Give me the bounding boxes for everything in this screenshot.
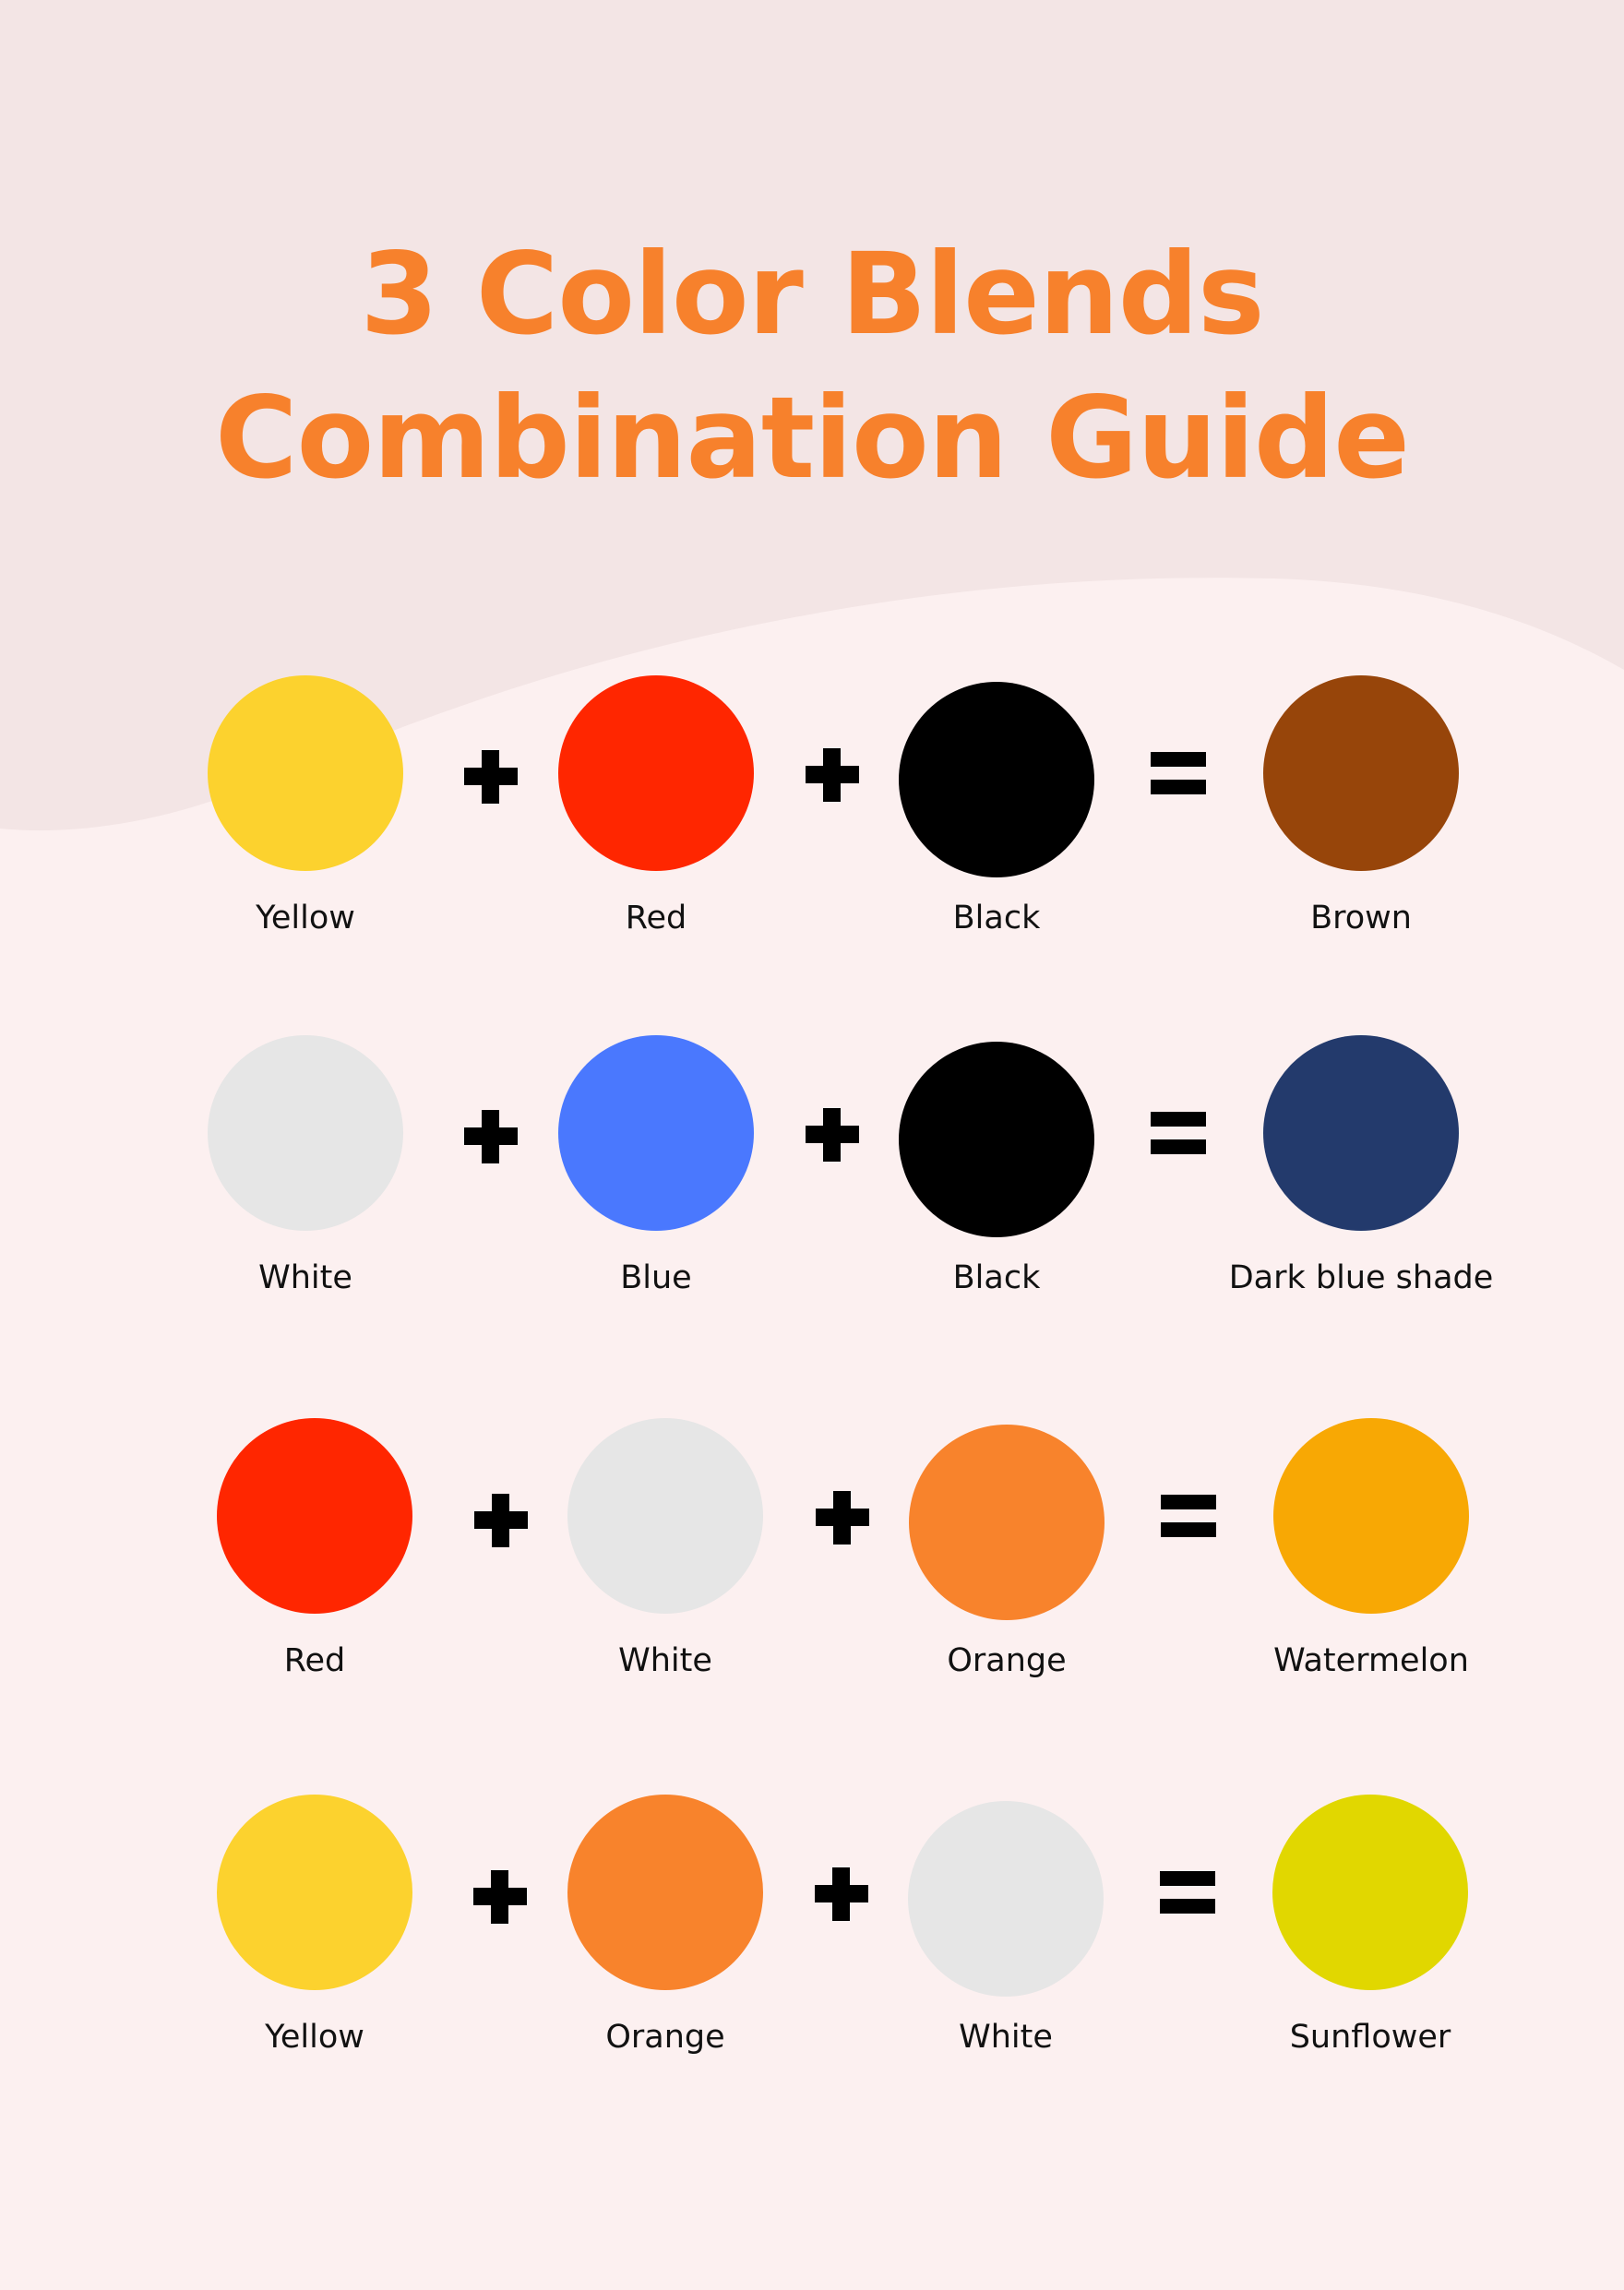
input-color-label: Black <box>952 1259 1041 1296</box>
result-color-swatch <box>1272 1795 1468 1990</box>
input-color-swatch <box>558 1035 754 1231</box>
result-color-swatch <box>1263 1035 1459 1231</box>
input-color-label: Red <box>283 1642 346 1679</box>
input-color-label: White <box>618 1642 712 1679</box>
input-color-swatch <box>909 1425 1105 1620</box>
input-color-label: Orange <box>947 1642 1067 1679</box>
plus-icon <box>806 748 859 802</box>
input-color-swatch <box>567 1418 763 1614</box>
plus-icon <box>474 1494 528 1547</box>
equals-icon <box>1161 1495 1216 1537</box>
input-color-swatch <box>217 1795 412 1990</box>
result-color-label: Watermelon <box>1273 1642 1469 1679</box>
result-color-label: Dark blue shade <box>1228 1259 1494 1296</box>
result-color-label: Brown <box>1310 900 1412 936</box>
input-color-label: Orange <box>605 2019 725 2056</box>
input-color-swatch <box>899 1042 1094 1237</box>
result-color-label: Sunflower <box>1289 2019 1451 2056</box>
page-title-line-2: Combination Guide <box>215 373 1410 504</box>
input-color-swatch <box>208 1035 403 1231</box>
plus-icon <box>464 750 518 804</box>
input-color-label: Blue <box>620 1259 692 1296</box>
plus-icon <box>806 1108 859 1162</box>
input-color-swatch <box>899 682 1094 877</box>
input-color-label: Red <box>625 900 687 936</box>
equals-icon <box>1160 1871 1215 1914</box>
input-color-label: Black <box>952 900 1041 936</box>
input-color-label: White <box>258 1259 352 1296</box>
plus-icon <box>473 1870 527 1924</box>
input-color-swatch <box>208 675 403 871</box>
input-color-swatch <box>217 1418 412 1614</box>
plus-icon <box>815 1867 868 1921</box>
result-color-swatch <box>1273 1418 1469 1614</box>
input-color-swatch <box>558 675 754 871</box>
plus-icon <box>816 1491 869 1545</box>
result-color-swatch <box>1263 675 1459 871</box>
input-color-label: Yellow <box>256 900 355 936</box>
plus-icon <box>464 1110 518 1163</box>
input-color-swatch <box>908 1801 1104 1997</box>
equals-icon <box>1151 752 1206 794</box>
page-title-line-1: 3 Color Blends <box>360 229 1264 360</box>
equals-icon <box>1151 1112 1206 1154</box>
input-color-label: White <box>959 2019 1053 2056</box>
input-color-swatch <box>567 1795 763 1990</box>
input-color-label: Yellow <box>265 2019 364 2056</box>
